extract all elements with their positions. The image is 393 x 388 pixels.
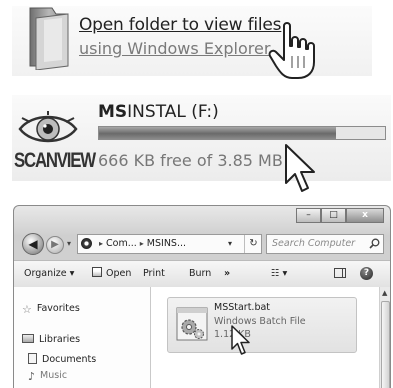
file-type: Windows Batch File: [214, 316, 306, 327]
organize-button[interactable]: Organize ▾: [24, 261, 74, 287]
minimize-button[interactable]: –: [296, 208, 321, 223]
open-label: Open: [106, 268, 132, 279]
back-button[interactable]: ◀: [22, 233, 44, 255]
more-commands-button[interactable]: »: [224, 261, 230, 287]
open-folder-subtitle[interactable]: using Windows Explorer: [79, 39, 270, 58]
print-button[interactable]: Print: [143, 261, 165, 287]
navigation-pane: ☆ Favorites Libraries Documents ♪ Music: [14, 287, 151, 388]
nav-item-label: Documents: [42, 354, 97, 365]
search-input[interactable]: Search Computer: [266, 234, 384, 254]
drive-usage-bar: [98, 126, 386, 140]
forward-button[interactable]: ▶: [46, 236, 64, 254]
document-icon: [28, 353, 37, 364]
gears-batch-file-icon: [176, 307, 208, 341]
close-button[interactable]: x: [346, 208, 384, 223]
scroll-up-arrow-icon[interactable]: ▲: [382, 289, 387, 297]
recent-pages-dropdown[interactable]: ▾: [67, 239, 71, 248]
open-button[interactable]: Open: [92, 261, 131, 287]
star-icon: ☆: [22, 303, 32, 316]
nav-item-music[interactable]: ♪ Music: [28, 370, 67, 383]
maximize-button[interactable]: □: [321, 208, 346, 223]
library-icon: [22, 334, 34, 343]
breadcrumb: ▸ Com... ▸ MSINS...: [96, 235, 186, 253]
change-view-button[interactable]: ☷ ▾: [271, 261, 287, 287]
nav-item-favorites[interactable]: ☆ Favorites: [22, 303, 80, 316]
breadcrumb-separator: ▸: [99, 239, 104, 248]
arrow-cursor-icon: [285, 144, 315, 192]
open-icon: [92, 267, 102, 277]
address-dropdown[interactable]: ▾: [228, 235, 232, 253]
breadcrumb-computer[interactable]: Com...: [106, 238, 137, 249]
file-name: MSStart.bat: [214, 302, 271, 313]
scrollbar-thumb[interactable]: [381, 301, 390, 388]
refresh-button[interactable]: ↻: [244, 235, 261, 253]
drive-name-rest: INSTAL (F:): [127, 102, 219, 122]
file-item-msstart[interactable]: MSStart.bat Windows Batch File 1.12 KB: [167, 297, 357, 353]
breadcrumb-drive[interactable]: MSINS...: [147, 238, 186, 249]
explorer-window: – □ x ◀ ▶ ▾ ▸ Com... ▸ MSINS... ▾ ↻ Search …: [13, 205, 391, 388]
arrow-cursor-icon: [231, 325, 250, 355]
file-list: MSStart.bat Windows Batch File 1.12 KB: [151, 287, 379, 388]
hand-pointer-cursor-icon: [268, 22, 315, 79]
drive-icon: [81, 238, 92, 249]
open-folder-title[interactable]: Open folder to view files: [79, 15, 282, 35]
drive-title: MSINSTAL (F:): [98, 102, 219, 122]
nav-item-label: Favorites: [36, 303, 80, 314]
nav-item-documents[interactable]: Documents: [28, 353, 96, 365]
help-icon[interactable]: ?: [360, 267, 373, 280]
scanview-eye-logo-icon: [18, 111, 78, 143]
drive-usage-fill: [99, 127, 337, 139]
music-icon: ♪: [28, 370, 36, 383]
scanview-logo-text: SCANVIEW: [14, 149, 96, 172]
search-icon[interactable]: [369, 238, 380, 249]
window-controls: – □ x: [296, 208, 384, 223]
nav-item-label: Music: [40, 370, 68, 381]
autoplay-open-folder-option[interactable]: Open folder to view files using Windows …: [12, 6, 372, 76]
burn-button[interactable]: Burn: [189, 261, 211, 287]
breadcrumb-separator: ▸: [139, 239, 144, 248]
command-toolbar: Organize ▾ Open Print Burn » ☷ ▾ ?: [14, 260, 390, 288]
address-bar[interactable]: ▸ Com... ▸ MSINS... ▾ ↻: [77, 234, 262, 254]
drive-info-panel[interactable]: SCANVIEW MSINSTAL (F:) 666 KB free of 3.…: [12, 95, 391, 192]
drive-free-space: 666 KB free of 3.85 MB: [98, 151, 283, 170]
vertical-scrollbar[interactable]: ▲: [379, 287, 390, 388]
nav-item-libraries[interactable]: Libraries: [22, 334, 80, 345]
drive-name-bold: MS: [98, 102, 128, 122]
nav-item-label: Libraries: [39, 334, 81, 345]
preview-pane-icon[interactable]: [334, 268, 346, 278]
folder-icon: [29, 7, 69, 70]
